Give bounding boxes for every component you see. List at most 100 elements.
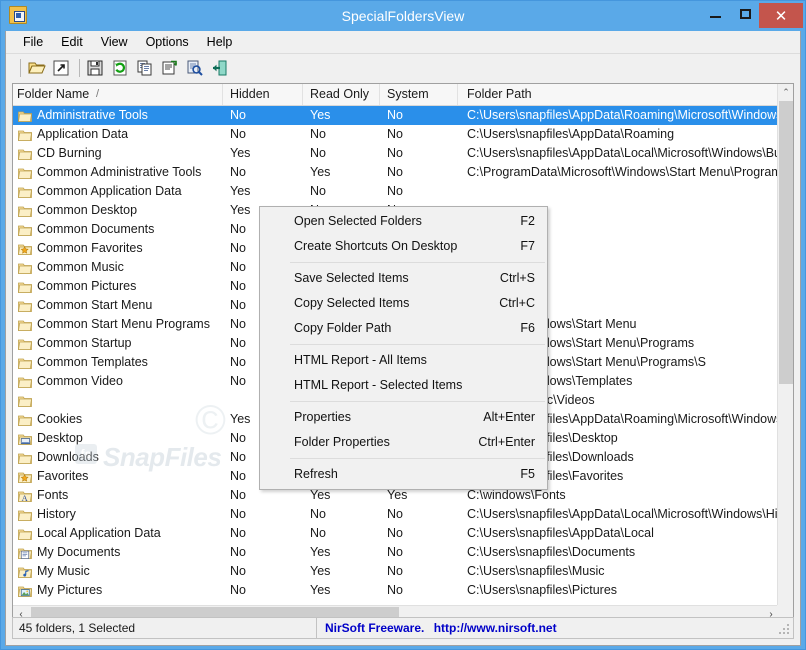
folder-icon (17, 394, 33, 408)
context-menu-item-create-shortcuts-on-desktop[interactable]: Create Shortcuts On Desktop F7 (260, 234, 547, 259)
close-button[interactable]: ✕ (759, 3, 803, 28)
folder-icon (17, 375, 33, 389)
column-header-folder-name[interactable]: Folder Name / (13, 84, 223, 105)
menu-help[interactable]: Help (198, 33, 242, 51)
exit-icon[interactable] (209, 57, 232, 79)
cell-read-only: Yes (310, 108, 331, 122)
cell-hidden: No (230, 583, 246, 597)
refresh-icon[interactable] (109, 57, 132, 79)
context-menu[interactable]: Open Selected Folders F2 Create Shortcuts … (259, 206, 548, 490)
context-menu-item-accelerator: Ctrl+Enter (478, 435, 535, 449)
table-row[interactable]: My VideoNoYesNoC:\Users\snapfiles\Videos (13, 600, 793, 602)
resize-grip-icon[interactable] (779, 624, 791, 636)
column-header-hidden[interactable]: Hidden (223, 84, 303, 105)
context-menu-item-html-report-all-items[interactable]: HTML Report - All Items (260, 348, 547, 373)
cell-read-only: Yes (310, 583, 331, 597)
table-row[interactable]: My Music No Yes No C:\Users\snapfiles\Music (13, 562, 793, 581)
context-menu-item-refresh[interactable]: Refresh F5 (260, 462, 547, 487)
menu-bar: File Edit View Options Help (6, 31, 800, 53)
open-folder-icon[interactable] (25, 57, 48, 79)
column-header-read-only[interactable]: Read Only (303, 84, 380, 105)
context-menu-item-html-report-selected-items[interactable]: HTML Report - Selected Items (260, 373, 547, 398)
scroll-up-icon[interactable]: ⌃ (778, 84, 793, 100)
table-row[interactable]: Administrative Tools No Yes No C:\Users\snap… (13, 106, 793, 125)
status-brand[interactable]: NirSoft Freeware. http://www.nirsoft.net (317, 618, 793, 638)
cell-folder-path (458, 182, 778, 201)
column-header-folder-path[interactable]: Folder Path (458, 84, 778, 105)
cell-folder-name: Downloads (13, 448, 223, 467)
sort-indicator-icon: / (96, 88, 100, 100)
menu-options[interactable]: Options (137, 33, 198, 51)
cell-read-only: No (310, 507, 326, 521)
cell-folder-name: Cookies (13, 410, 223, 429)
menu-file[interactable]: File (14, 33, 52, 51)
column-header-system[interactable]: System (380, 84, 458, 105)
cell-folder-path: C:\Users\snapfiles\Videos (458, 600, 778, 602)
close-icon: ✕ (774, 7, 788, 25)
cell-folder-path: C:\Users\snapfiles\AppData\Local\Microso… (467, 507, 778, 521)
cell-hidden: No (230, 564, 246, 578)
table-row[interactable]: My Documents No Yes No C:\Users\snapfiles\Do… (13, 543, 793, 562)
context-menu-item-copy-folder-path[interactable]: Copy Folder Path F6 (260, 316, 547, 341)
cell-read-only: No (310, 146, 326, 160)
save-icon[interactable] (84, 57, 107, 79)
context-menu-item-copy-selected-items[interactable]: Copy Selected Items Ctrl+C (260, 291, 547, 316)
menu-edit[interactable]: Edit (52, 33, 92, 51)
cell-system: No (387, 108, 403, 122)
menu-view[interactable]: View (92, 33, 137, 51)
cell-folder-name: Common Desktop (13, 201, 223, 220)
folder-name-label: My Video (33, 600, 89, 602)
cell-system: No (380, 600, 458, 602)
folder-list[interactable]: Folder Name / Hidden Read Only System Fo… (12, 83, 794, 623)
cell-folder-name: Common Favorites (13, 239, 223, 258)
context-menu-item-save-selected-items[interactable]: Save Selected Items Ctrl+S (260, 266, 547, 291)
table-row[interactable]: Local Application Data No No No C:\Users\sna… (13, 524, 793, 543)
context-menu-item-properties[interactable]: Properties Alt+Enter (260, 405, 547, 430)
brand-url[interactable]: http://www.nirsoft.net (434, 621, 557, 635)
cell-folder-path: C:\Users\snapfiles\AppData\Local\Microso… (467, 146, 778, 160)
folder-icon (17, 261, 33, 275)
cell-read-only: Yes (310, 165, 331, 179)
vertical-scrollbar-thumb[interactable] (779, 101, 793, 384)
table-row[interactable]: Common Administrative Tools No Yes No C:\Pro… (13, 163, 793, 182)
folder-name-label: History (37, 507, 76, 521)
cell-folder-name: A Fonts (13, 486, 223, 505)
context-menu-item-folder-properties[interactable]: Folder Properties Ctrl+Enter (260, 430, 547, 455)
folder-icon (17, 128, 33, 142)
context-menu-item-label: Open Selected Folders (294, 214, 422, 228)
table-row[interactable]: Common Application Data Yes No No (13, 182, 793, 201)
folder-pictures-icon (17, 584, 33, 598)
table-row[interactable]: History No No No C:\Users\snapfiles\AppData\… (13, 505, 793, 524)
properties-icon[interactable] (159, 57, 182, 79)
cell-folder-name: Desktop (13, 429, 223, 448)
context-menu-item-label: Refresh (294, 467, 338, 481)
minimize-button[interactable] (701, 3, 729, 25)
table-row[interactable]: CD Burning Yes No No C:\Users\snapfiles\AppD… (13, 144, 793, 163)
cell-read-only: No (310, 184, 326, 198)
cell-read-only: Yes (310, 564, 331, 578)
cell-folder-path: C:\Users\snapfiles\Documents (467, 545, 636, 559)
folder-name-label: Cookies (37, 412, 83, 426)
vertical-scrollbar[interactable]: ⌃ ⌄ (777, 84, 793, 622)
folder-name-label: Common Video (37, 374, 123, 388)
folder-name-label: Desktop (37, 431, 83, 445)
cell-folder-name: Common Documents (13, 220, 223, 239)
cell-folder-name: My Video (13, 600, 223, 602)
create-shortcut-icon[interactable] (50, 57, 73, 79)
cell-hidden: No (230, 127, 246, 141)
cell-folder-name: History (13, 505, 223, 524)
html-report-icon[interactable] (184, 57, 207, 79)
context-menu-item-open-selected-folders[interactable]: Open Selected Folders F2 (260, 209, 547, 234)
table-row[interactable]: Application Data No No No C:\Users\snapfiles… (13, 125, 793, 144)
cell-system: No (387, 526, 403, 540)
table-row[interactable]: My Pictures No Yes No C:\Users\snapfiles\Pic… (13, 581, 793, 600)
cell-system: No (387, 545, 403, 559)
maximize-button[interactable] (731, 3, 759, 25)
copy-icon[interactable] (134, 57, 157, 79)
cell-hidden: No (223, 600, 303, 602)
cell-folder-name: Common Start Menu (13, 296, 223, 315)
toolbar-separator (20, 58, 21, 77)
folder-name-label: Downloads (37, 450, 99, 464)
cell-folder-name: Common Video (13, 372, 223, 391)
folder-name-label: Common Pictures (37, 279, 137, 293)
